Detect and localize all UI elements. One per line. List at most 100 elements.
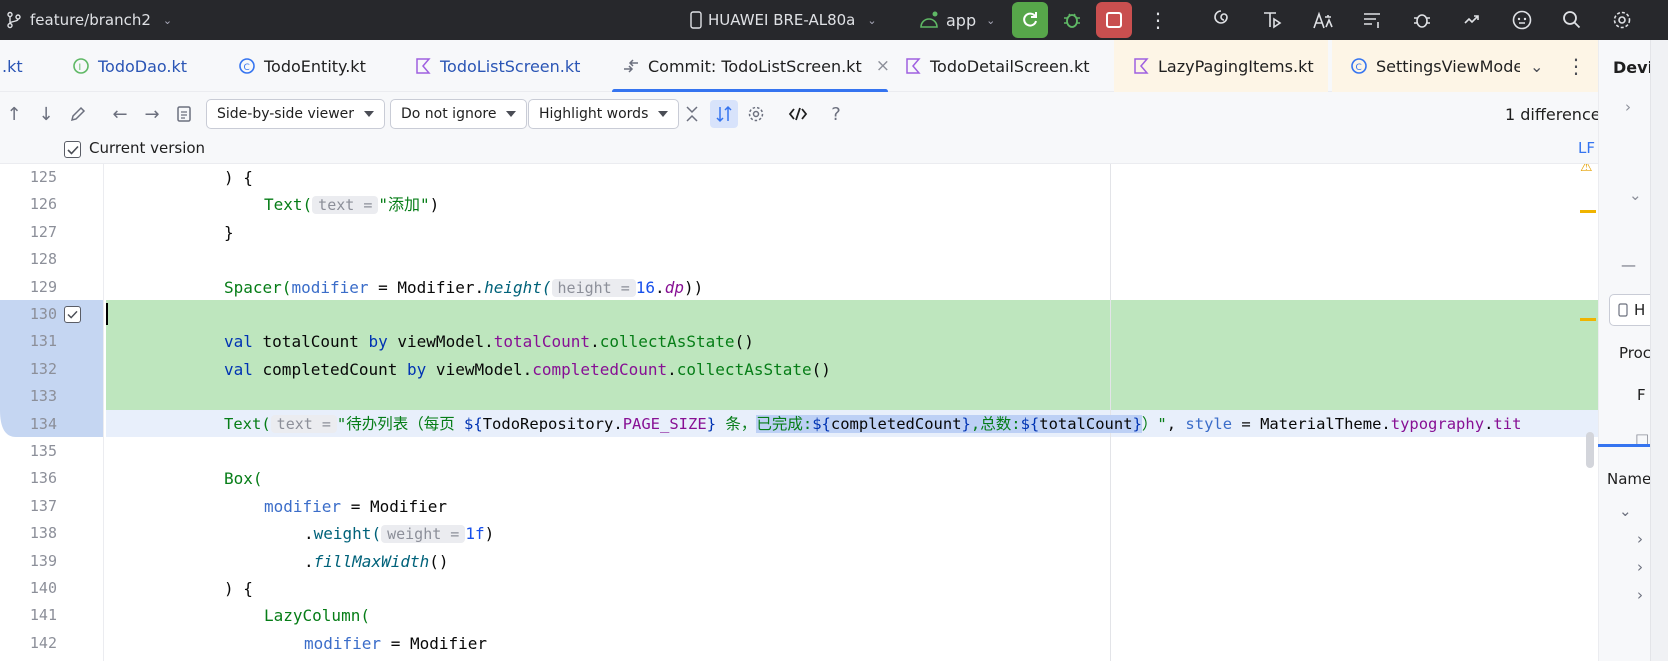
text-caret [106,303,108,325]
files-tab[interactable]: F [1637,386,1646,404]
branch-widget[interactable]: feature/branch2 ⌄ [6,0,172,40]
translate-button[interactable] [1308,6,1336,34]
ignore-mode-value: Do not ignore [401,106,497,122]
chevron-down-icon[interactable]: ⌄ [1619,502,1632,520]
rerun-button[interactable] [1012,2,1048,38]
sync-button[interactable] [1458,6,1486,34]
branch-name: feature/branch2 [30,11,151,29]
code-line-136: Box( [224,469,263,489]
line-number: 138 [29,524,57,543]
line-number: 134 [29,414,57,433]
previous-difference-button[interactable]: ↑ [0,100,28,128]
code-line-138: .weight(weight = 1f) [304,524,495,544]
more-actions-button[interactable]: ⋮ [1140,2,1176,38]
next-difference-button[interactable]: ↓ [32,100,60,128]
stop-button[interactable] [1096,2,1132,38]
highlight-mode-select[interactable]: Highlight words [528,99,680,129]
processes-tab[interactable]: Proc [1619,344,1651,362]
line-number: 136 [29,469,57,488]
more-vertical-icon: ⋮ [1148,8,1168,32]
arrow-left-icon: ← [112,103,128,125]
whitespace-ignore-select[interactable]: Do not ignore [390,99,528,129]
branch-icon [7,11,21,29]
line-number: 127 [29,222,57,241]
svg-text:I: I [79,63,82,73]
diff-settings-button[interactable] [742,100,770,128]
line-include-checkbox[interactable] [64,306,81,323]
line-number: 133 [29,387,57,406]
editor-tabs: .kt I TodoDao.kt C TodoEntity.kt TodoLis… [0,40,1598,92]
close-icon[interactable]: × [876,56,890,76]
error-stripe-mark[interactable] [1580,210,1596,213]
chevron-right-icon[interactable]: › [1637,586,1643,604]
sync-scroll-toggle[interactable] [710,100,738,128]
device-manager-button[interactable] [1210,6,1238,34]
layout-inspector-button[interactable] [1358,6,1386,34]
tab-list-button[interactable]: ⌄ [1530,40,1543,92]
vertical-scrollbar-thumb[interactable] [1586,432,1594,468]
file-list-button[interactable] [170,100,198,128]
tab-label: TodoListScreen.kt [440,56,581,76]
chevron-down-icon: ⌄ [867,13,877,27]
difference-count: 1 difference [1505,104,1601,124]
debugger-button[interactable] [1408,6,1436,34]
inlay-hint: text = [312,196,379,215]
phone-icon [1618,303,1628,317]
tab-tododao[interactable]: I TodoDao.kt [72,40,187,92]
line-number: 125 [29,168,57,186]
next-file-button[interactable]: → [138,100,166,128]
title-bar: feature/branch2 ⌄ HUAWEI BRE-AL80a ⌄ app… [0,0,1668,40]
tab-lazypagingitems[interactable]: LazyPagingItems.kt [1132,40,1314,92]
pencil-icon [70,106,86,122]
tab-label: TodoDao.kt [98,56,188,76]
profiler-icon [1264,12,1282,29]
run-config-selector[interactable]: app ⌄ [918,0,995,40]
tab-todoentity[interactable]: C TodoEntity.kt [238,40,366,92]
current-version-checkbox[interactable] [64,141,81,158]
inlay-hint: height = [551,278,636,297]
name-column-header[interactable]: Name [1607,470,1651,488]
device-selector-label: H [1634,301,1646,319]
line-number: 142 [29,633,57,652]
tab-more-button[interactable]: ⋮ [1566,40,1586,92]
warning-icon[interactable]: ⚠ [1580,164,1593,175]
tab-commit-todolistscreen[interactable]: Commit: TodoListScreen.kt × [622,40,890,92]
code-line-125: ) { [224,168,253,187]
error-stripe-mark[interactable] [1580,318,1596,321]
tab-kt[interactable]: .kt [2,40,23,92]
debug-button[interactable] [1054,2,1090,38]
settings-button[interactable] [1608,6,1636,34]
line-number: 128 [29,250,57,269]
edit-source-button[interactable] [64,100,92,128]
tab-label: SettingsViewMode [1376,56,1520,76]
assistant-button[interactable] [1508,6,1536,34]
device-selector[interactable]: HUAWEI BRE-AL80a ⌄ [690,0,877,40]
highlight-mode-value: Highlight words [539,106,649,122]
list-icon [1364,13,1380,28]
minimize-icon[interactable]: — [1621,256,1636,274]
viewer-mode-select[interactable]: Side-by-side viewer [206,99,386,129]
chevron-right-icon[interactable]: › [1637,558,1643,576]
previous-file-button[interactable]: ← [106,100,134,128]
code-line-140: ) { [224,579,253,598]
chevron-right-icon[interactable]: › [1637,530,1643,548]
help-button[interactable]: ? [822,100,850,128]
tab-label: TodoEntity.kt [264,56,366,76]
line-number: 129 [29,277,57,296]
line-separator-indicator[interactable]: LF [1578,139,1595,157]
tab-todolistscreen[interactable]: TodoListScreen.kt [414,40,580,92]
collapse-unchanged-button[interactable] [678,100,706,128]
chevron-down-icon[interactable]: ⌄ [1629,186,1642,204]
kotlin-file-icon [904,57,922,75]
tab-settingsviewmodel[interactable]: C SettingsViewMode [1350,40,1520,92]
search-button[interactable] [1558,6,1586,34]
diff-editor[interactable]: 125 126 127 128 129 130 131 132 133 134 … [0,164,1598,661]
face-icon [1512,10,1532,30]
code-line-129: Spacer(modifier = Modifier.height(height… [224,277,704,297]
kotlin-class-icon: C [238,57,256,75]
tab-label: .kt [2,56,23,76]
open-in-editor-button[interactable] [784,100,812,128]
tab-tododetailscreen[interactable]: TodoDetailScreen.kt [904,40,1090,92]
profiler-button[interactable] [1258,6,1286,34]
panel-expand-icon[interactable]: › [1625,98,1631,116]
